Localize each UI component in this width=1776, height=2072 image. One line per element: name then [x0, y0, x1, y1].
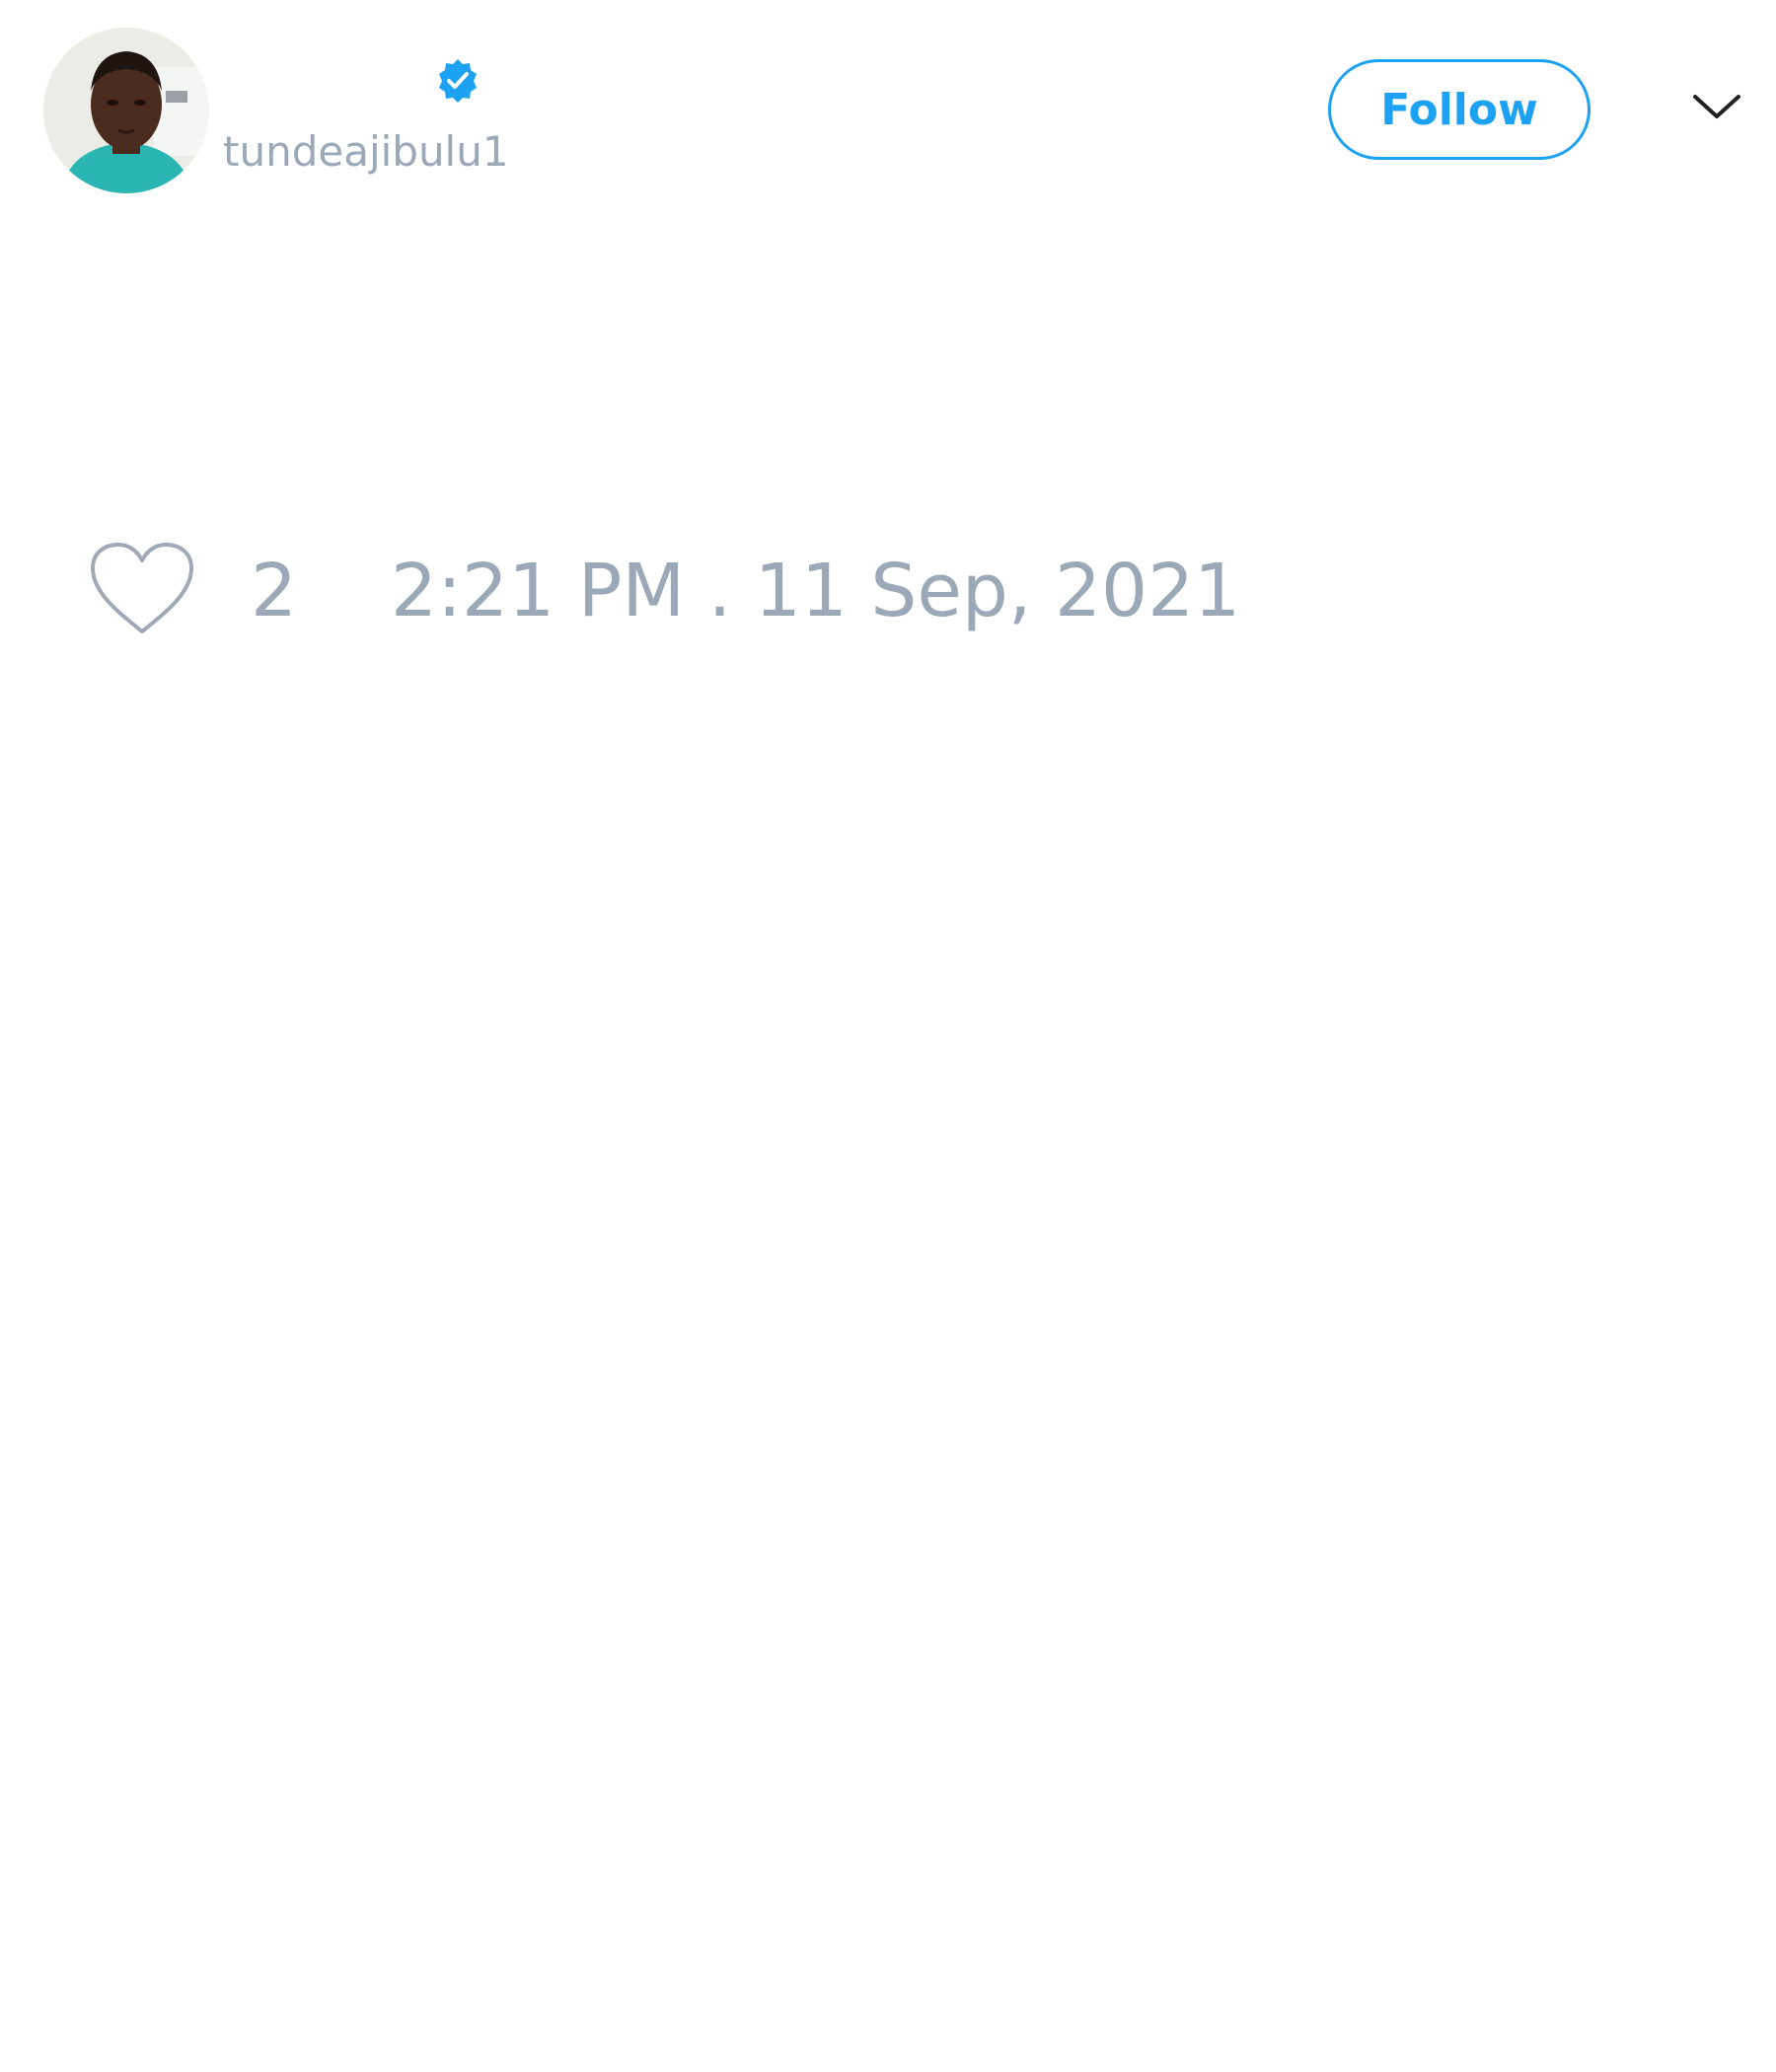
verified-badge-icon	[439, 59, 477, 103]
chevron-down-icon[interactable]	[1689, 87, 1744, 126]
tweet-timestamp[interactable]: 2:21 PM . 11 Sep, 2021	[391, 547, 1240, 635]
like-count: 2	[251, 549, 298, 633]
heart-icon[interactable]	[89, 541, 195, 637]
follow-button[interactable]: Follow	[1328, 59, 1591, 160]
tweet-card: tundeajibulu1 Follow 2 2:21 PM . 11 Sep,…	[0, 0, 1776, 2072]
avatar[interactable]	[43, 28, 209, 193]
profile-photo	[43, 28, 209, 193]
author-handle[interactable]: tundeajibulu1	[223, 122, 509, 182]
